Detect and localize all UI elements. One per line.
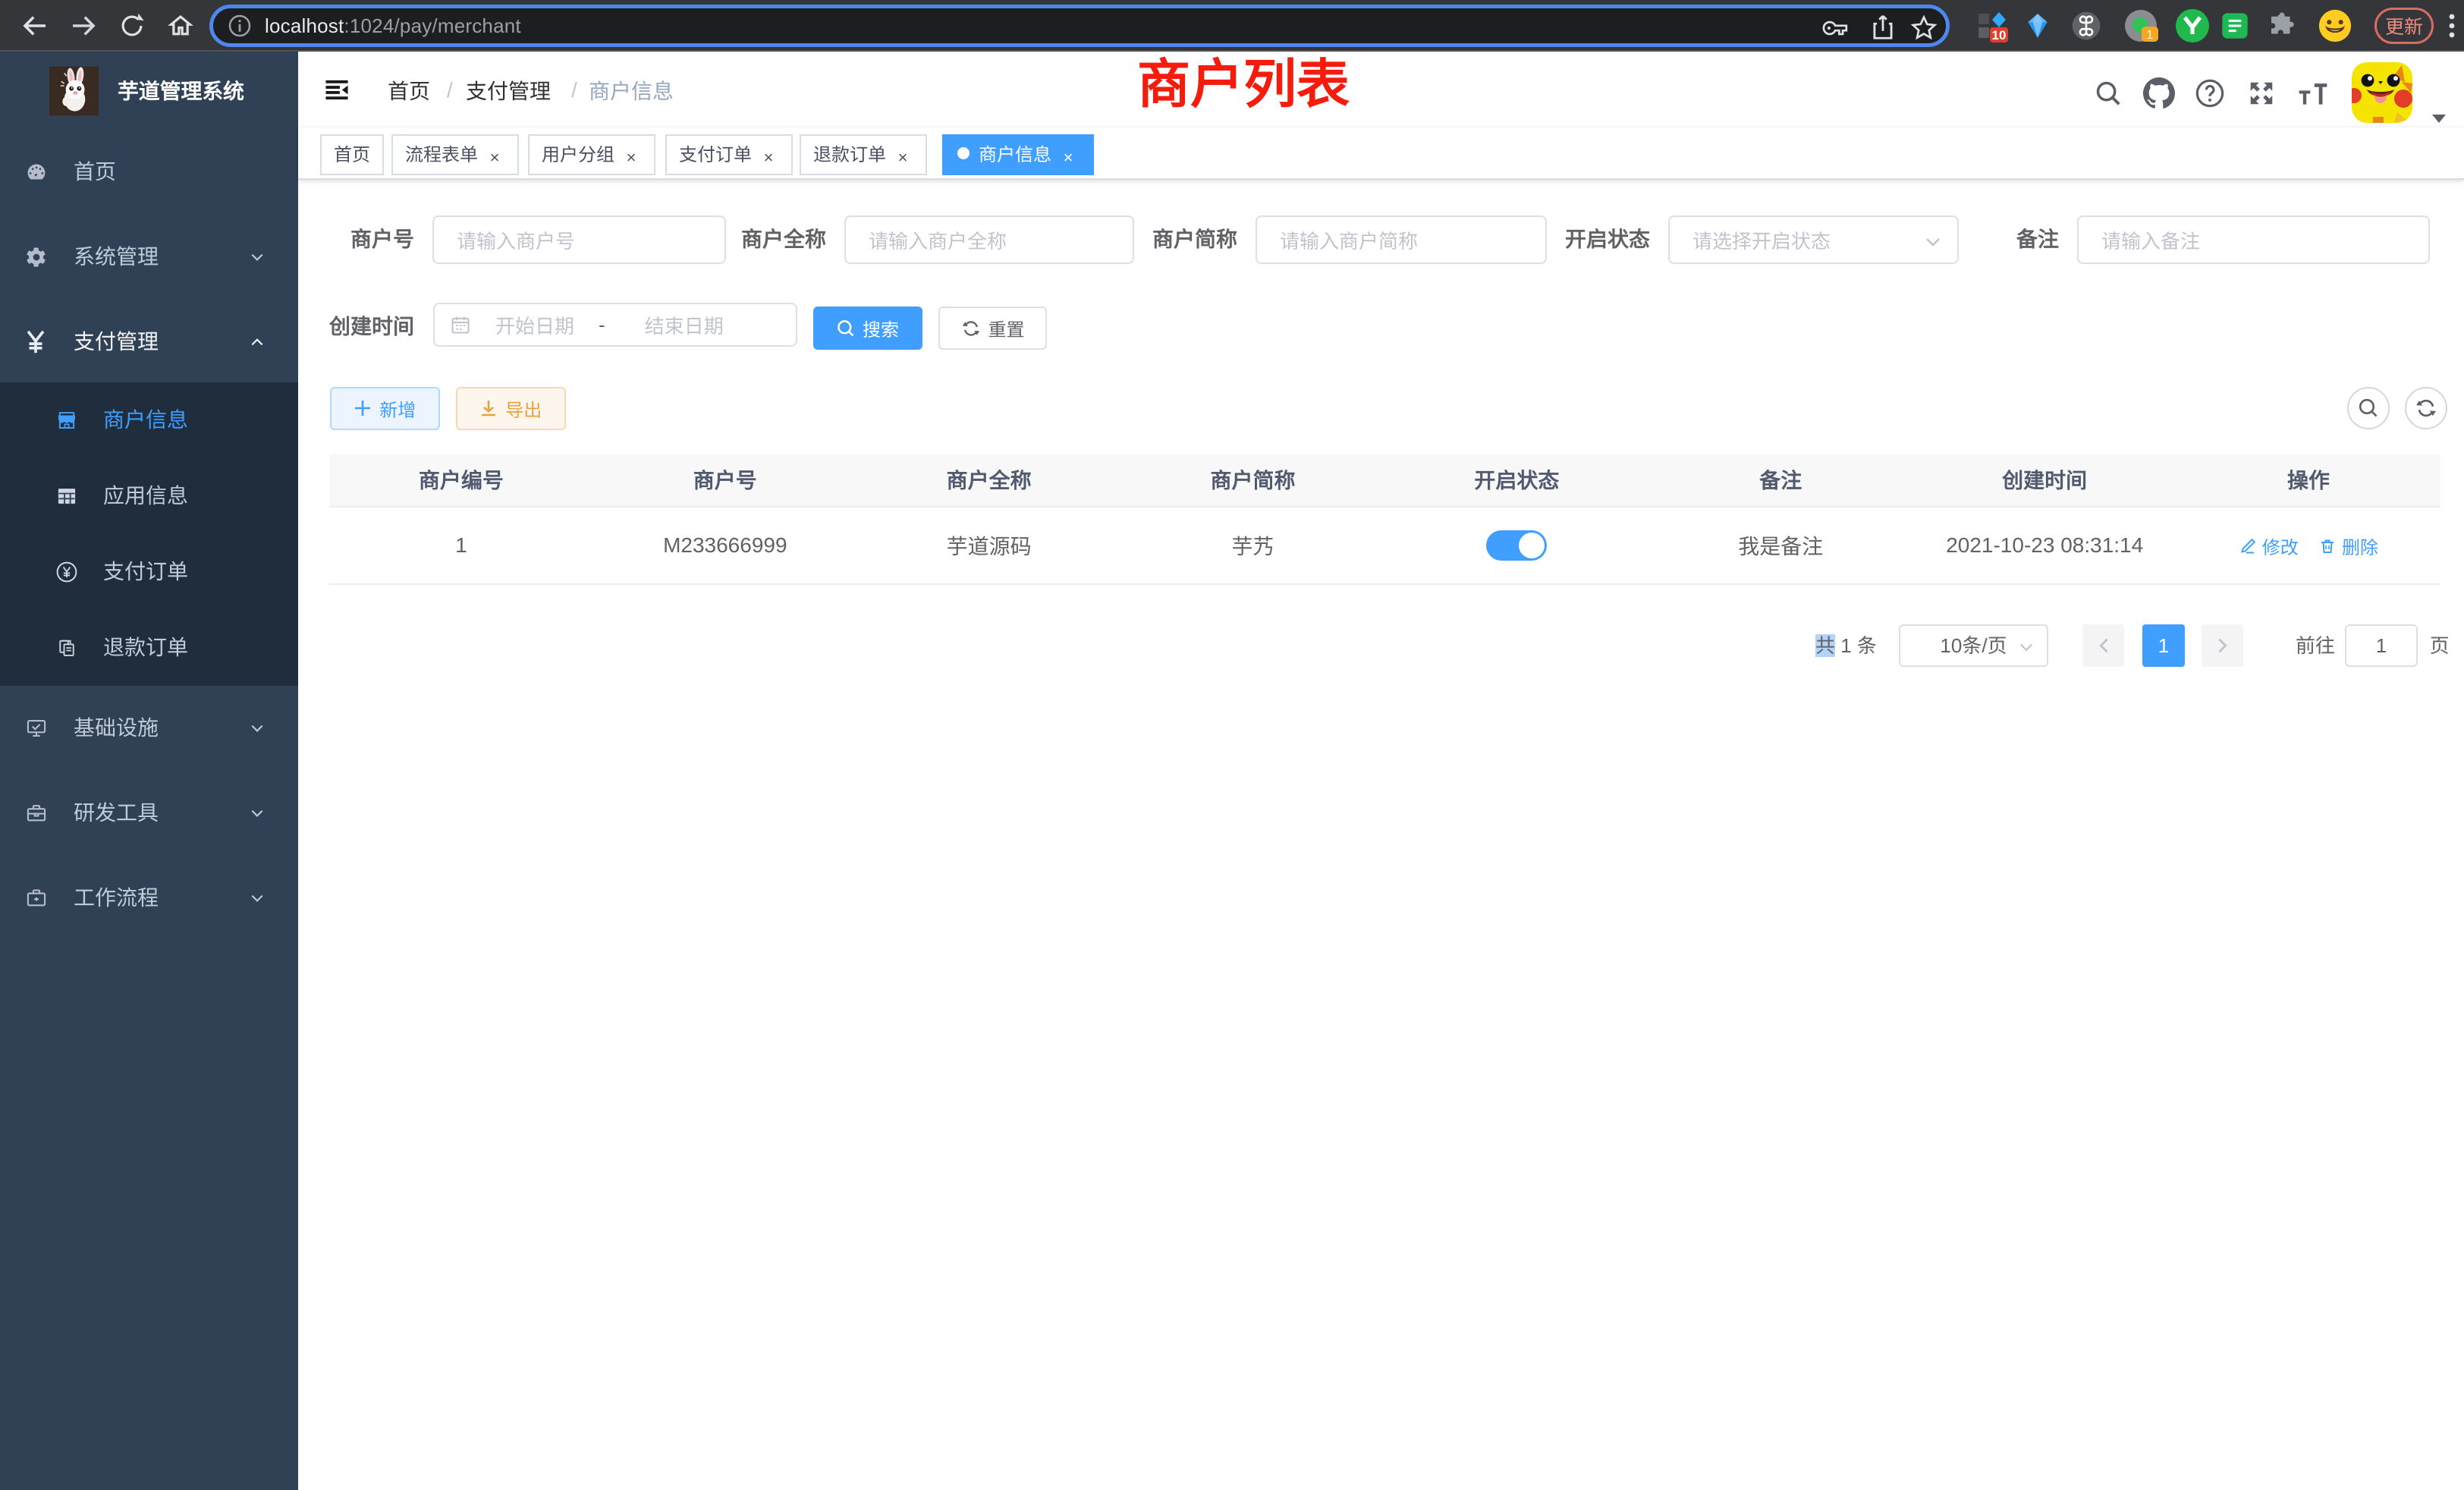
svg-text:1: 1 <box>2147 29 2154 42</box>
svg-text:10: 10 <box>1992 28 2007 42</box>
